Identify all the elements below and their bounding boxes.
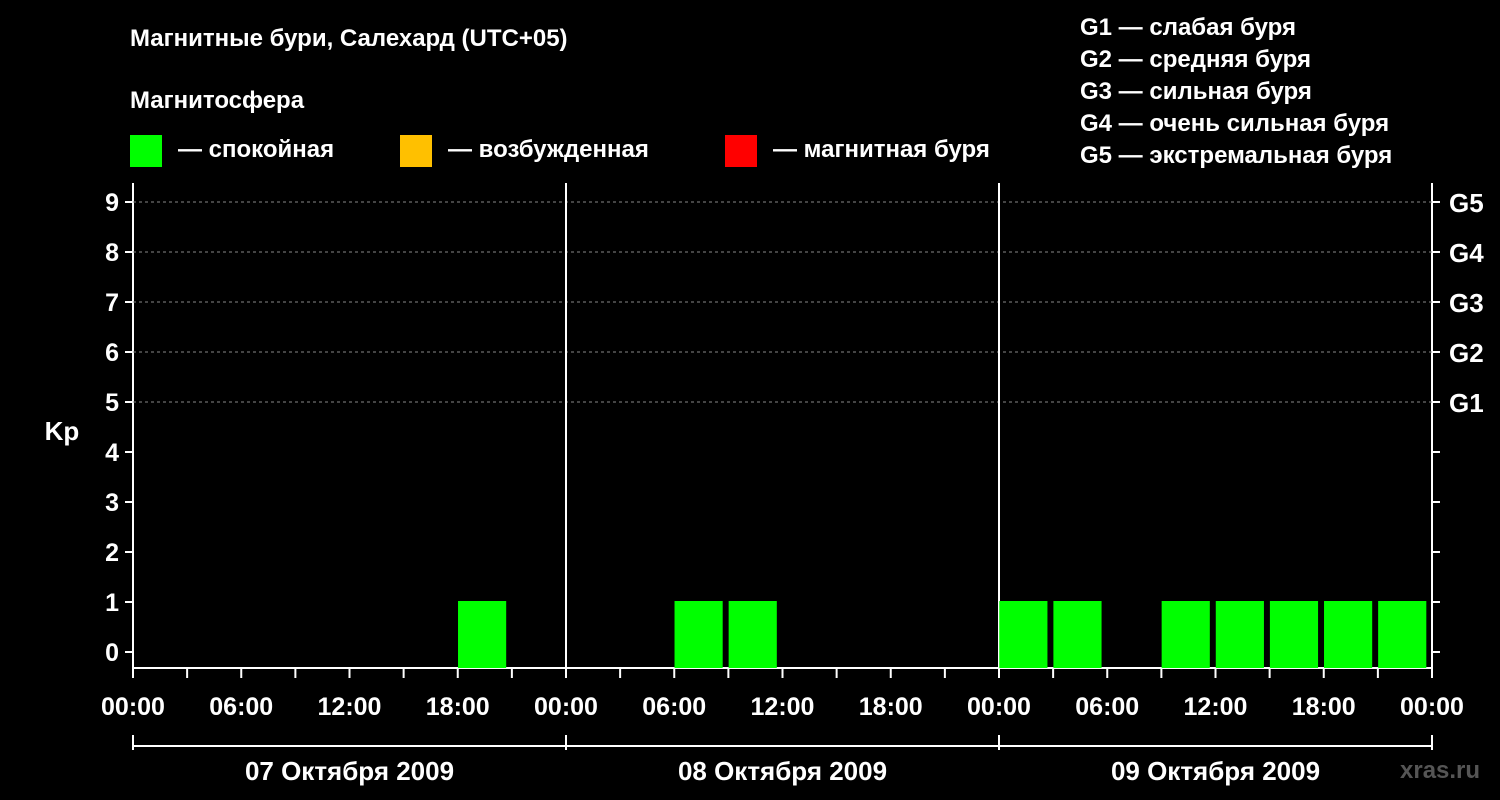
y-tick-label-6: 6 [105, 339, 119, 367]
kp-bar-7 [1269, 601, 1319, 668]
y-tick-label-1: 1 [105, 589, 119, 617]
day-label-0: 07 Октября 2009 [245, 756, 454, 786]
x-tick-label-0: 00:00 [101, 693, 165, 721]
x-tick-label-3: 18:00 [426, 693, 490, 721]
y-tick-label-4: 4 [105, 439, 119, 467]
x-tick-label-10: 12:00 [1184, 693, 1248, 721]
right-axis-label-g1: G1 [1449, 388, 1484, 418]
x-tick-label-6: 12:00 [751, 693, 815, 721]
kp-bar-2 [728, 601, 777, 668]
y-tick-label-2: 2 [105, 539, 119, 567]
right-axis-label-g2: G2 [1449, 338, 1484, 368]
kp-bar-9 [1378, 601, 1427, 668]
kp-bar-4 [1053, 601, 1102, 668]
y-axis-title: Kp [45, 416, 80, 446]
y-tick-label-7: 7 [105, 289, 119, 317]
y-tick-label-3: 3 [105, 489, 119, 517]
y-tick-label-0: 0 [105, 639, 119, 667]
x-tick-label-4: 00:00 [534, 693, 598, 721]
x-tick-label-12: 00:00 [1400, 693, 1464, 721]
x-tick-label-9: 06:00 [1075, 693, 1139, 721]
y-tick-label-8: 8 [105, 239, 119, 267]
kp-bar-8 [1324, 601, 1373, 668]
kp-bar-0 [458, 601, 507, 668]
y-tick-label-5: 5 [105, 389, 119, 417]
x-tick-label-8: 00:00 [967, 693, 1031, 721]
kp-bar-6 [1215, 601, 1264, 668]
x-tick-label-11: 18:00 [1292, 693, 1356, 721]
y-tick-label-9: 9 [105, 189, 119, 217]
right-axis-label-g4: G4 [1449, 238, 1484, 268]
x-tick-label-7: 18:00 [859, 693, 923, 721]
x-tick-label-2: 12:00 [318, 693, 382, 721]
kp-chart: 0 1 2 3 4 5 6 7 8 9 G1 G2 G3 G4 G5 Kp 00:00 06:00 12:00 18:… [45, 183, 1484, 786]
x-tick-label-5: 06:00 [642, 693, 706, 721]
day-label-1: 08 Октября 2009 [678, 756, 887, 786]
x-tick-label-1: 06:00 [209, 693, 273, 721]
right-axis-label-g5: G5 [1449, 188, 1484, 218]
day-label-2: 09 Октября 2009 [1111, 756, 1320, 786]
right-axis-label-g3: G3 [1449, 288, 1484, 318]
kp-bar-3 [999, 601, 1048, 668]
kp-bar-1 [674, 601, 723, 668]
kp-bar-5 [1161, 601, 1210, 668]
